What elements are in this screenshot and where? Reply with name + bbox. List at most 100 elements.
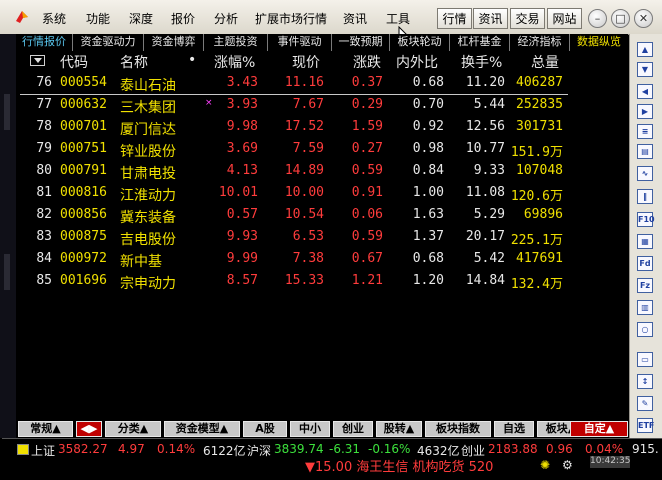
right-arrow-icon[interactable]: ▶ xyxy=(637,104,653,119)
cell-price: 7.38 xyxy=(292,251,324,266)
tab-theme-invest[interactable]: 主题投资 xyxy=(204,34,268,51)
btab-fund-model[interactable]: 资金模型▲ xyxy=(164,421,240,437)
cell-price: 17.52 xyxy=(284,119,324,134)
cell-idx: 84 xyxy=(36,251,52,266)
cell-vol: 252835 xyxy=(516,97,563,112)
btab-sector-index[interactable]: 板块指数 xyxy=(425,421,491,437)
tab-fund-drive[interactable]: 资金驱动力 xyxy=(73,34,144,51)
cell-chg: 0.59 xyxy=(351,229,383,244)
cell-price: 10.00 xyxy=(284,185,324,200)
cell-chg: 0.27 xyxy=(351,141,383,156)
cell-vol: 151.9万 xyxy=(510,145,563,160)
cell-ratio: 0.70 xyxy=(412,97,444,112)
down-arrow-icon[interactable]: ▼ xyxy=(637,62,653,77)
cell-vol: 69896 xyxy=(523,207,563,222)
grid-icon[interactable]: ▦ xyxy=(637,234,653,249)
cell-turnover: 11.20 xyxy=(465,75,505,90)
column-menu-icon[interactable] xyxy=(30,55,45,66)
menu-bar: 系统 功能 深度 报价 分析 扩展市场行情 资讯 工具 行情 资讯 交易 网站 … xyxy=(0,0,662,47)
col-header-price[interactable]: 现价 xyxy=(292,52,320,72)
quote-list-icon[interactable]: ≡ xyxy=(637,124,653,139)
col-header-name[interactable]: 名称 xyxy=(120,52,148,72)
right-toolbar: ▲ ▼ ◀ ▶ ≡ ▤ ∿ ‖ F10 ▦ Fd Fz ▥ ○ ▭ ↕ ✎ ET… xyxy=(629,34,662,438)
cell-code: 001696 xyxy=(60,273,107,288)
btab-watchlist[interactable]: 自选 xyxy=(494,421,534,437)
cy-value: 2183.88 xyxy=(488,442,538,456)
menu-system[interactable]: 系统 xyxy=(42,10,66,27)
cell-ratio: 1.20 xyxy=(412,273,444,288)
tab-quote[interactable]: 行情报价 xyxy=(16,34,73,51)
cell-name: 新中基 xyxy=(120,254,162,270)
settings-icon[interactable]: ⚙ xyxy=(562,458,573,472)
btab-custom[interactable]: 自定▲ xyxy=(570,421,628,437)
tab-consensus[interactable]: 一致预期 xyxy=(332,34,390,51)
quote-button[interactable]: 行情 xyxy=(437,8,472,29)
tab-leveraged-fund[interactable]: 杠杆基金 xyxy=(450,34,510,51)
f10-icon[interactable]: F10 xyxy=(637,212,655,227)
etf-icon[interactable]: ETF xyxy=(637,418,654,433)
sort-icon[interactable]: ↕ xyxy=(637,374,653,389)
cell-idx: 78 xyxy=(36,119,52,134)
col-header-ratio[interactable]: 内外比 xyxy=(396,52,438,72)
news-button[interactable]: 资讯 xyxy=(473,8,508,29)
fid-icon[interactable]: Fd xyxy=(637,256,653,271)
website-button[interactable]: 网站 xyxy=(547,8,582,29)
btab-chinext[interactable]: 创业 xyxy=(333,421,373,437)
tab-data-overview[interactable]: 数据纵览 xyxy=(570,34,628,51)
menu-tools[interactable]: 工具 xyxy=(386,10,410,27)
tab-economic-indicator[interactable]: 经济指标 xyxy=(510,34,570,51)
col-header-turnover[interactable]: 换手% xyxy=(461,52,502,72)
menu-extended-market[interactable]: 扩展市场行情 xyxy=(255,10,327,27)
cell-idx: 80 xyxy=(36,163,52,178)
fiz-icon[interactable]: Fz xyxy=(637,278,653,293)
up-arrow-icon[interactable]: ▲ xyxy=(637,42,653,57)
table-icon[interactable]: ▥ xyxy=(637,300,653,315)
btab-regular[interactable]: 常规▲ xyxy=(18,421,73,437)
app-logo-icon[interactable] xyxy=(14,9,30,25)
restore-icon[interactable]: □ xyxy=(611,9,630,28)
sh-change: 4.97 xyxy=(118,442,145,456)
menu-analysis[interactable]: 分析 xyxy=(214,10,238,27)
tab-sector-rotation[interactable]: 板块轮动 xyxy=(390,34,450,51)
cell-vol: 301731 xyxy=(516,119,563,134)
folder-icon[interactable]: ▭ xyxy=(637,352,653,367)
close-icon[interactable]: ✕ xyxy=(634,9,653,28)
col-header-change[interactable]: 涨跌 xyxy=(353,52,381,72)
cell-pct: 9.99 xyxy=(226,251,258,266)
btab-arrows[interactable]: ◀▶ xyxy=(76,421,102,437)
col-header-pct[interactable]: 涨幅% xyxy=(214,52,255,72)
trade-button[interactable]: 交易 xyxy=(510,8,545,29)
cell-chg: 0.67 xyxy=(351,251,383,266)
btab-a-share[interactable]: A股 xyxy=(243,421,287,437)
menu-function[interactable]: 功能 xyxy=(86,10,110,27)
minimize-icon[interactable]: – xyxy=(588,9,607,28)
btab-category[interactable]: 分类▲ xyxy=(105,421,161,437)
mark-icon: × xyxy=(205,98,213,108)
line-chart-icon[interactable]: ∿ xyxy=(637,166,653,181)
menu-depth[interactable]: 深度 xyxy=(129,10,153,27)
btab-sme[interactable]: 中小 xyxy=(290,421,330,437)
report-icon[interactable]: ▤ xyxy=(637,144,653,159)
cy-percent: 0.04% xyxy=(585,442,624,456)
col-header-volume[interactable]: 总量 xyxy=(531,52,559,72)
cell-turnover: 14.84 xyxy=(465,273,505,288)
tab-fund-game[interactable]: 资金博弈 xyxy=(144,34,204,51)
circle-icon[interactable]: ○ xyxy=(637,322,653,337)
news-ticker[interactable]: ▼15.00 海王生信 机构吃货 520 xyxy=(305,456,493,475)
menu-news[interactable]: 资讯 xyxy=(343,10,367,27)
clock: 10:42:35 xyxy=(590,456,630,468)
tab-event-drive[interactable]: 事件驱动 xyxy=(268,34,332,51)
btab-neeq[interactable]: 股转▲ xyxy=(376,421,422,437)
tool-icon[interactable]: ✎ xyxy=(637,396,653,411)
cell-price: 7.59 xyxy=(292,141,324,156)
cell-turnover: 11.08 xyxy=(465,185,505,200)
cell-code: 000701 xyxy=(60,119,107,134)
cell-ratio: 0.68 xyxy=(412,75,444,90)
index-flag-icon xyxy=(17,444,29,455)
col-header-code[interactable]: 代码 xyxy=(60,52,88,72)
candle-chart-icon[interactable]: ‖ xyxy=(637,189,653,204)
menu-quote[interactable]: 报价 xyxy=(171,10,195,27)
cell-ratio: 0.84 xyxy=(412,163,444,178)
left-arrow-icon[interactable]: ◀ xyxy=(637,84,653,99)
cell-idx: 85 xyxy=(36,273,52,288)
